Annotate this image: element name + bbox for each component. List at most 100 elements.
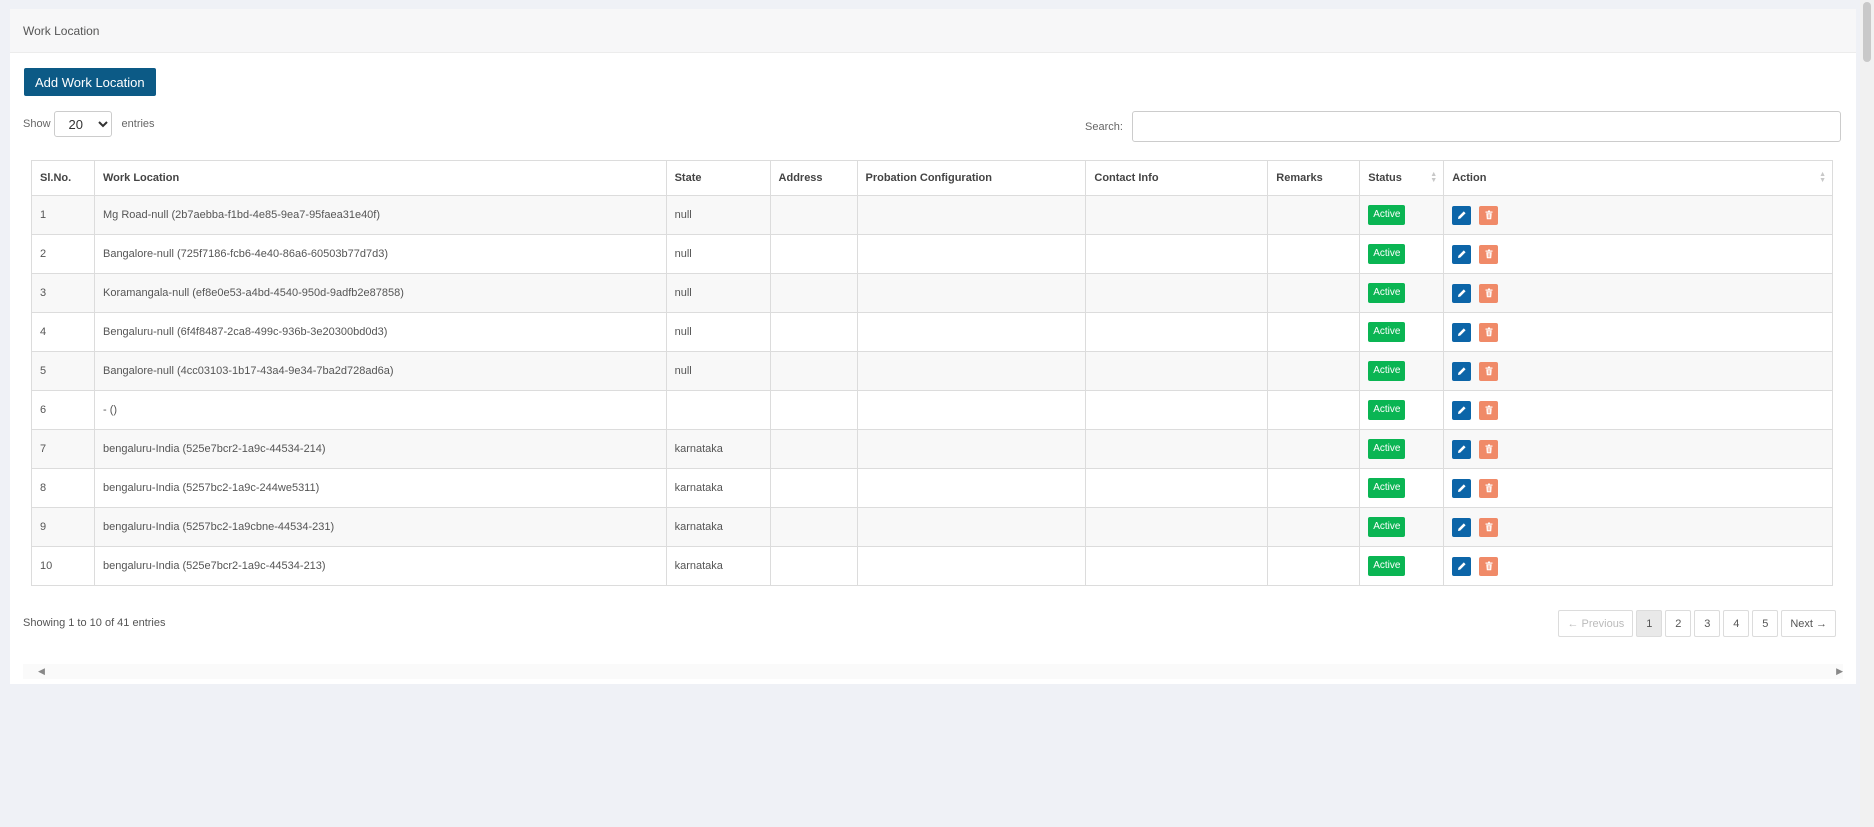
edit-button[interactable]: [1452, 439, 1472, 459]
status-badge: Active: [1368, 556, 1406, 576]
status-badge: Active: [1368, 439, 1406, 459]
page-button-1[interactable]: 1: [1636, 610, 1663, 637]
edit-button[interactable]: [1452, 400, 1472, 420]
column-header[interactable]: Contact Info: [1085, 160, 1269, 196]
entries-label: entries: [121, 118, 155, 130]
status-badge: Active: [1368, 283, 1406, 303]
edit-button[interactable]: [1452, 283, 1472, 303]
cell-status: Active: [1359, 195, 1445, 235]
delete-button[interactable]: [1479, 283, 1499, 303]
page-button-3[interactable]: 3: [1694, 610, 1721, 637]
column-header[interactable]: Probation Configuration: [856, 160, 1087, 196]
cell-status: Active: [1359, 234, 1445, 274]
page-button-4[interactable]: 4: [1723, 610, 1750, 637]
column-header[interactable]: Address: [769, 160, 858, 196]
delete-button[interactable]: [1479, 517, 1499, 537]
pencil-icon: [1457, 366, 1467, 376]
edit-button[interactable]: [1452, 517, 1472, 537]
trash-icon: [1484, 444, 1494, 454]
cell-contact-info: [1085, 234, 1269, 274]
cell-probation: [856, 546, 1087, 586]
cell-action: [1443, 507, 1833, 547]
next-page-button[interactable]: Next →: [1781, 610, 1836, 637]
cell-action: [1443, 546, 1833, 586]
table-row: 9 bengaluru-India (5257bc2-1a9cbne-44534-…: [31, 507, 1833, 547]
cell-remarks: [1267, 273, 1361, 313]
cell-address: [769, 312, 858, 352]
cell-address: [769, 546, 858, 586]
previous-page-button[interactable]: ← Previous: [1558, 610, 1634, 637]
table-row: 1 Mg Road-null (2b7aebba-f1bd-4e85-9ea7-9…: [31, 195, 1833, 235]
cell-contact-info: [1085, 195, 1269, 235]
cell-action: [1443, 429, 1833, 469]
table-row: 5 Bangalore-null (4cc03103-1b17-43a4-9e34…: [31, 351, 1833, 391]
column-header[interactable]: State: [665, 160, 771, 196]
show-label: Show: [23, 118, 51, 130]
table-row: 4 Bengaluru-null (6f4f8487-2ca8-499c-936b…: [31, 312, 1833, 352]
cell-probation: [856, 312, 1087, 352]
delete-button[interactable]: [1479, 322, 1499, 342]
cell-action: [1443, 468, 1833, 508]
delete-button[interactable]: [1479, 400, 1499, 420]
column-header[interactable]: Remarks: [1267, 160, 1361, 196]
pencil-icon: [1457, 561, 1467, 571]
delete-button[interactable]: [1479, 556, 1499, 576]
status-badge: Active: [1368, 322, 1406, 342]
add-work-location-button[interactable]: Add Work Location: [24, 68, 156, 96]
delete-button[interactable]: [1479, 361, 1499, 381]
scrollbar-thumb[interactable]: [1863, 2, 1871, 62]
pencil-icon: [1457, 249, 1467, 259]
cell-address: [769, 234, 858, 274]
edit-button[interactable]: [1452, 361, 1472, 381]
cell-remarks: [1267, 312, 1361, 352]
edit-button[interactable]: [1452, 244, 1472, 264]
cell-remarks: [1267, 390, 1361, 430]
delete-button[interactable]: [1479, 439, 1499, 459]
cell-work-location: Bangalore-null (4cc03103-1b17-43a4-9e34-…: [93, 351, 667, 391]
cell-sl-no: 7: [31, 429, 95, 469]
cell-remarks: [1267, 195, 1361, 235]
page-button-2[interactable]: 2: [1665, 610, 1692, 637]
delete-button[interactable]: [1479, 244, 1499, 264]
cell-probation: [856, 273, 1087, 313]
cell-status: Active: [1359, 507, 1445, 547]
cell-address: [769, 468, 858, 508]
table-info: Showing 1 to 10 of 41 entries: [23, 617, 166, 629]
column-header[interactable]: Sl.No.: [31, 160, 95, 196]
table-horizontal-scrollbar[interactable]: ◀ ▶: [23, 664, 1843, 679]
cell-sl-no: 8: [31, 468, 95, 508]
cell-work-location: bengaluru-India (525e7bcr2-1a9c-44534-21…: [93, 546, 667, 586]
cell-probation: [856, 390, 1087, 430]
cell-action: [1443, 234, 1833, 274]
cell-state: karnataka: [665, 429, 771, 469]
page-vertical-scrollbar[interactable]: [1860, 0, 1874, 827]
pencil-icon: [1457, 210, 1467, 220]
cell-contact-info: [1085, 507, 1269, 547]
page-button-5[interactable]: 5: [1752, 610, 1779, 637]
delete-button[interactable]: [1479, 205, 1499, 225]
search-input[interactable]: [1131, 111, 1841, 142]
edit-button[interactable]: [1452, 322, 1472, 342]
edit-button[interactable]: [1452, 478, 1472, 498]
scroll-left-icon[interactable]: ◀: [38, 666, 45, 677]
cell-work-location: Bangalore-null (725f7186-fcb6-4e40-86a6-…: [93, 234, 667, 274]
status-badge: Active: [1368, 517, 1406, 537]
cell-status: Active: [1359, 351, 1445, 391]
cell-sl-no: 5: [31, 351, 95, 391]
cell-status: Active: [1359, 468, 1445, 508]
delete-button[interactable]: [1479, 478, 1499, 498]
column-header[interactable]: Work Location: [93, 160, 667, 196]
cell-state: null: [665, 234, 771, 274]
cell-state: karnataka: [665, 468, 771, 508]
cell-contact-info: [1085, 312, 1269, 352]
cell-status: Active: [1359, 390, 1445, 430]
scroll-right-icon[interactable]: ▶: [1836, 666, 1843, 677]
column-header-action[interactable]: Action ▲ ▼: [1443, 160, 1833, 196]
edit-button[interactable]: [1452, 205, 1472, 225]
column-header-status[interactable]: Status ▲ ▼: [1359, 160, 1445, 196]
cell-address: [769, 351, 858, 391]
page-size-select[interactable]: 20: [53, 111, 112, 137]
edit-button[interactable]: [1452, 556, 1472, 576]
cell-work-location: Bengaluru-null (6f4f8487-2ca8-499c-936b-…: [93, 312, 667, 352]
status-badge: Active: [1368, 244, 1406, 264]
